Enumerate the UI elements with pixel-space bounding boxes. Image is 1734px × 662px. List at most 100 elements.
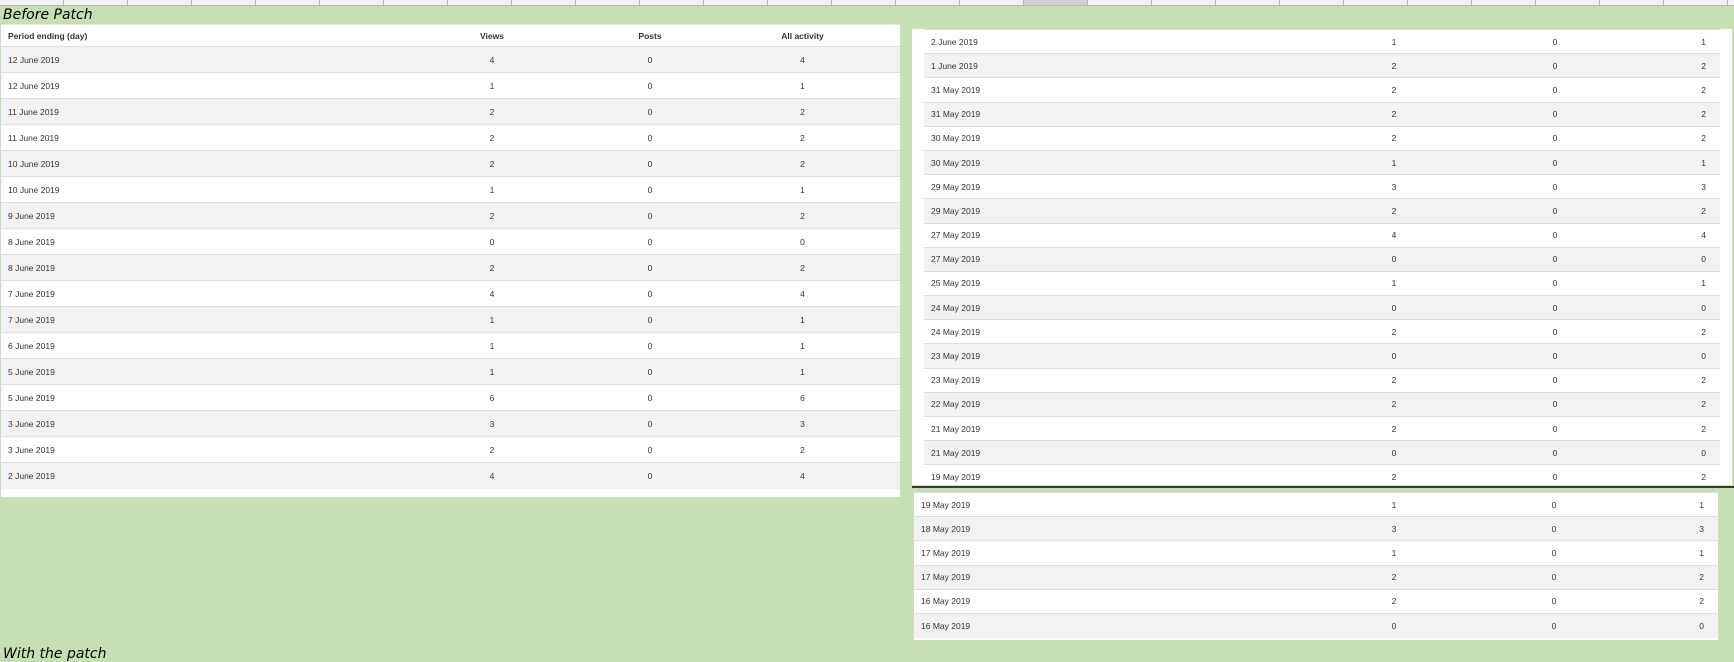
cell-date: 9 June 2019	[8, 210, 55, 221]
spreadsheet-column-header[interactable]	[320, 0, 384, 5]
cell-posts: 0	[1552, 423, 1558, 434]
spreadsheet-column-header[interactable]	[0, 0, 64, 5]
header-posts[interactable]: Posts	[595, 25, 705, 47]
cell-views: 2	[1391, 572, 1397, 583]
spreadsheet-column-header[interactable]	[1472, 0, 1536, 5]
cell-posts: 0	[647, 366, 653, 377]
cell-date: 16 May 2019	[921, 620, 971, 631]
spreadsheet-column-header[interactable]	[1344, 0, 1408, 5]
table-row: 30 May 2019 1 0 1	[924, 150, 1720, 175]
cell-posts: 0	[647, 444, 653, 455]
cell-all-activity: 1	[800, 340, 805, 351]
cell-posts: 0	[647, 418, 653, 429]
header-views[interactable]: Views	[389, 25, 595, 47]
table-row: 10 June 2019 2 0 2	[1, 150, 900, 177]
spreadsheet-column-header[interactable]	[1664, 0, 1728, 5]
cell-date: 8 June 2019	[8, 262, 55, 273]
spreadsheet-column-header[interactable]	[576, 0, 640, 5]
spreadsheet-column-header[interactable]	[704, 0, 768, 5]
spreadsheet-column-header[interactable]	[640, 0, 704, 5]
panel-divider	[912, 486, 1734, 488]
cell-date: 3 June 2019	[8, 444, 55, 455]
cell-date: 10 June 2019	[8, 184, 60, 195]
spreadsheet-column-strip	[0, 0, 1734, 6]
cell-views: 1	[489, 366, 495, 377]
spreadsheet-column-header[interactable]	[64, 0, 128, 5]
table-row: 16 May 2019 2 0 2	[914, 589, 1718, 613]
spreadsheet-column-header[interactable]	[128, 0, 192, 5]
right-top-table-body: 2 June 2019 1 0 1 1 June 2019 2 0 2 31 May 2019 2…	[924, 29, 1720, 490]
cell-views: 0	[1391, 254, 1397, 265]
cell-views: 1	[1391, 36, 1397, 47]
spreadsheet-column-header[interactable]	[384, 0, 448, 5]
spreadsheet-column-header[interactable]	[832, 0, 896, 5]
cell-views: 2	[489, 210, 495, 221]
spreadsheet-column-header[interactable]	[1536, 0, 1600, 5]
table-row: 16 May 2019 0 0 0	[914, 613, 1718, 638]
header-period[interactable]: Period ending (day)	[1, 25, 389, 47]
spreadsheet-column-header[interactable]	[1280, 0, 1344, 5]
cell-views: 1	[489, 80, 495, 91]
right-bottom-table-panel: 19 May 2019 1 0 1 18 May 2019 3 0 3 17 May 2019 1…	[914, 492, 1718, 640]
cell-posts: 0	[647, 54, 653, 65]
cell-all-activity: 4	[800, 470, 805, 481]
table-row: 30 May 2019 2 0 2	[924, 126, 1720, 150]
cell-all-activity: 0	[1701, 302, 1706, 313]
spreadsheet-column-header[interactable]	[512, 0, 576, 5]
spreadsheet-column-header[interactable]	[192, 0, 256, 5]
cell-date: 21 May 2019	[931, 447, 981, 458]
cell-views: 4	[489, 470, 495, 481]
table-row: 5 June 2019 6 0 6	[1, 384, 900, 411]
cell-views: 4	[489, 288, 495, 299]
right-bottom-table-body: 19 May 2019 1 0 1 18 May 2019 3 0 3 17 May 2019 1…	[914, 492, 1718, 638]
spreadsheet-column-header[interactable]	[768, 0, 832, 5]
cell-all-activity: 2	[1701, 109, 1706, 120]
cell-date: 10 June 2019	[8, 158, 60, 169]
table-row: 3 June 2019 2 0 2	[1, 436, 900, 463]
cell-views: 0	[1391, 447, 1397, 458]
cell-all-activity: 2	[1701, 133, 1706, 144]
cell-views: 2	[489, 158, 495, 169]
cell-date: 8 June 2019	[8, 236, 55, 247]
spreadsheet-column-header[interactable]	[1600, 0, 1664, 5]
table-row: 31 May 2019 2 0 2	[924, 77, 1720, 102]
spreadsheet-column-header[interactable]	[1152, 0, 1216, 5]
cell-posts: 0	[1552, 109, 1558, 120]
table-row: 21 May 2019 0 0 0	[924, 440, 1720, 465]
header-all-activity[interactable]: All activity	[705, 25, 900, 47]
cell-views: 3	[1391, 181, 1397, 192]
table-row: 9 June 2019 2 0 2	[1, 202, 900, 229]
cell-all-activity: 2	[1701, 205, 1706, 216]
cell-all-activity: 2	[800, 158, 805, 169]
cell-posts: 0	[647, 470, 653, 481]
spreadsheet-column-header[interactable]	[1408, 0, 1472, 5]
cell-all-activity: 1	[800, 366, 805, 377]
before-patch-label: Before Patch	[3, 7, 93, 23]
cell-all-activity: 0	[1699, 620, 1704, 631]
table-row: 11 June 2019 2 0 2	[1, 98, 900, 125]
spreadsheet-column-header[interactable]	[896, 0, 960, 5]
cell-date: 24 May 2019	[931, 326, 981, 337]
cell-all-activity: 1	[1701, 157, 1706, 168]
cell-views: 0	[1391, 302, 1397, 313]
cell-date: 27 May 2019	[931, 230, 981, 241]
table-row: 5 June 2019 1 0 1	[1, 358, 900, 385]
cell-all-activity: 4	[1701, 230, 1706, 241]
cell-all-activity: 1	[800, 184, 805, 195]
spreadsheet-column-header[interactable]	[1088, 0, 1152, 5]
table-row: 25 May 2019 1 0 1	[924, 271, 1720, 295]
cell-date: 12 June 2019	[8, 80, 60, 91]
spreadsheet-column-header[interactable]	[960, 0, 1024, 5]
spreadsheet-column-header[interactable]	[256, 0, 320, 5]
cell-posts: 0	[647, 236, 653, 247]
cell-views: 1	[489, 314, 495, 325]
cell-posts: 0	[647, 184, 653, 195]
cell-views: 1	[489, 340, 495, 351]
cell-date: 19 May 2019	[921, 499, 971, 510]
cell-date: 18 May 2019	[921, 523, 971, 534]
spreadsheet-column-header[interactable]	[1024, 0, 1088, 5]
cell-date: 11 June 2019	[8, 132, 59, 143]
activity-table-right-top: 2 June 2019 1 0 1 1 June 2019 2 0 2 31 May 2019 2…	[924, 29, 1720, 489]
spreadsheet-column-header[interactable]	[448, 0, 512, 5]
spreadsheet-column-header[interactable]	[1216, 0, 1280, 5]
